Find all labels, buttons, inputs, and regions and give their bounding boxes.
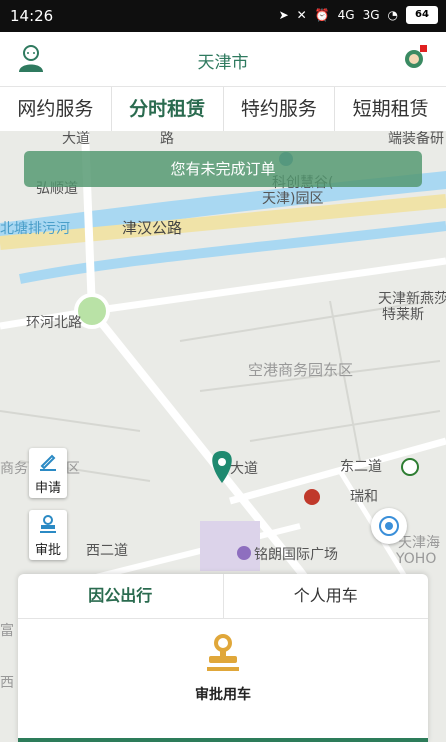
mall-icon <box>237 546 251 560</box>
alarm-icon: ⏰ <box>314 8 330 22</box>
tab-business-trip[interactable]: 因公出行 <box>18 574 224 618</box>
map-label: 天津新燕莎 <box>378 291 446 307</box>
panel-bottom-bar <box>18 738 428 742</box>
map-label: 路 <box>160 131 174 147</box>
mute-icon: ✕ <box>296 8 307 22</box>
pending-order-banner[interactable]: 您有未完成订单 <box>24 151 422 187</box>
tab-online-hailing[interactable]: 网约服务 <box>0 87 112 131</box>
tab-time-share-rental[interactable]: 分时租赁 <box>112 87 224 131</box>
map-label: 铭朗国际广场 <box>254 547 338 563</box>
service-tabs: 网约服务 分时租赁 特约服务 短期租赁 <box>0 87 446 132</box>
status-time: 14:26 <box>10 7 54 25</box>
apply-label: 申请 <box>34 481 61 496</box>
approval-stamp-icon <box>207 634 239 671</box>
map-label: 西二道 <box>86 543 128 559</box>
edit-icon <box>40 454 56 471</box>
map-label: 东二道 <box>340 459 382 475</box>
store-icon <box>401 458 419 476</box>
stamp-icon <box>40 515 56 533</box>
approve-car-label: 审批用车 <box>195 687 251 703</box>
map-label: YOHO <box>395 551 436 567</box>
tab-personal-car[interactable]: 个人用车 <box>224 574 429 618</box>
trip-type-tabs: 因公出行 个人用车 <box>18 574 428 619</box>
trip-panel: 因公出行 个人用车 审批用车 <box>18 574 428 742</box>
map-label: 瑞和 <box>350 489 378 505</box>
customer-service-icon[interactable] <box>402 44 428 72</box>
battery-icon: 64 <box>406 6 438 24</box>
map-label: 商务 <box>0 461 28 477</box>
tab-special-service[interactable]: 特约服务 <box>224 87 336 131</box>
locate-button[interactable] <box>371 508 407 544</box>
tab-short-term-rental[interactable]: 短期租赁 <box>335 87 446 131</box>
approve-car-button[interactable]: 审批用车 <box>18 634 428 704</box>
restaurant-icon <box>304 489 320 505</box>
approve-label: 审批 <box>34 543 61 558</box>
map-label: 北塘排污河 <box>0 221 70 237</box>
locate-icon <box>379 516 399 536</box>
signal-3g-label: 3G <box>362 8 380 22</box>
map-label: 天津)园区 <box>262 191 323 207</box>
map-label: 空港商务园东区 <box>248 361 353 379</box>
status-icons: ➤ ✕ ⏰ 4G 3G ◔ 64 <box>279 6 438 24</box>
wifi-icon: ◔ <box>387 8 398 22</box>
signal-4g-label: 4G <box>337 8 355 22</box>
location-icon: ➤ <box>278 8 289 22</box>
map-label: 富 <box>0 622 14 639</box>
map-label: 环河北路 <box>26 315 82 331</box>
status-bar: 14:26 ➤ ✕ ⏰ 4G 3G ◔ 64 <box>0 0 446 32</box>
app-header: 天津市 <box>0 32 446 87</box>
map-label: 区 <box>66 461 80 477</box>
apply-button[interactable]: 申请 <box>29 448 67 498</box>
map-label: 端装备研 <box>388 131 444 147</box>
map-label: 大道 <box>62 131 90 147</box>
city-selector[interactable]: 天津市 <box>0 48 446 73</box>
approve-button[interactable]: 审批 <box>29 510 67 560</box>
map-label: 西 <box>0 675 14 691</box>
plaza-area <box>200 521 260 571</box>
map-label: 津汉公路 <box>122 219 182 237</box>
map-label: 特莱斯 <box>382 307 424 323</box>
map-label: 大道 <box>230 461 258 477</box>
